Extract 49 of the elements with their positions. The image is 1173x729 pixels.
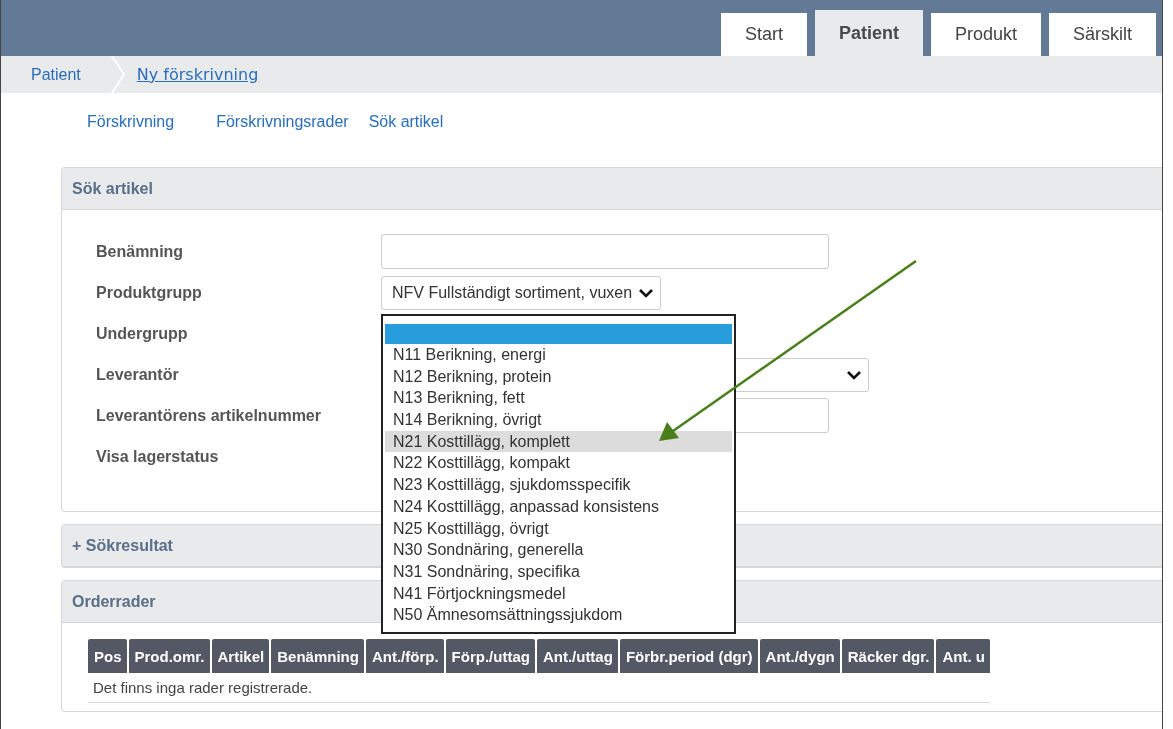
column-header: Ant. u [936,639,990,673]
dropdown-field[interactable]: NFV Fullständigt sortiment, vuxen [381,275,662,310]
column-header: Ant./förp. [365,639,444,673]
column-header: Förp./uttag [445,639,535,673]
dropdown-option[interactable]: N41 Förtjockningsmedel [385,582,732,605]
tab[interactable]: Patient [814,10,923,56]
column-header: Ant./uttag [536,639,618,673]
dropdown-option[interactable]: N13 Berikning, fett [385,387,732,410]
column-header: Räcker dgr. [841,639,935,673]
dropdown-option[interactable]: N21 Kosttillägg, komplett [385,430,732,453]
dropdown-option[interactable]: N12 Berikning, protein [385,365,732,388]
dropdown-option[interactable]: N50 Ämnesomsättningssjukdom [385,604,732,626]
field-label: Leverantör [96,365,180,384]
dropdown-option[interactable] [385,324,732,344]
tab[interactable]: Särskilt [1049,13,1156,56]
chevron-icon [846,369,862,380]
panel-title: Orderrader [72,592,156,611]
field-label: Visa lagerstatus [96,447,220,466]
chevron-icon [638,287,655,298]
column-header: Prod.omr. [128,639,210,673]
panel-title: + Sökresultat [72,536,173,555]
column-header: Artikel [211,639,270,673]
field-label: Produktgrupp [96,283,203,302]
dropdown-option[interactable]: N25 Kosttillägg, övrigt [385,517,732,540]
nav-link[interactable]: Förskrivningsrader [216,113,349,147]
dropdown-option[interactable]: N11 Berikning, energi [385,344,732,366]
nav-link[interactable]: Sök artikel [368,113,444,147]
column-header: Förbr.period (dgr) [619,639,758,673]
dropdown-option[interactable]: N30 Sondnäring, generella [385,539,732,561]
dropdown-option[interactable]: N23 Kosttillägg, sjukdomsspecifik [385,474,732,496]
tab[interactable]: Start [720,13,807,56]
column-header: Benämning [271,639,364,673]
dropdown-option[interactable]: N14 Berikning, övrigt [385,409,732,431]
dropdown-option[interactable]: N22 Kosttillägg, kompakt [385,452,732,475]
input-field[interactable] [381,234,829,269]
breadcrumb-separator-icon [110,56,125,93]
dropdown-option[interactable]: N31 Sondnäring, specifika [385,560,732,583]
field-label: Leverantörens artikelnummer [96,406,322,425]
tab[interactable]: Produkt [930,13,1041,56]
field-label: Undergrupp [96,324,189,343]
breadcrumb-link[interactable]: Ny förskrivning [136,65,259,84]
nav-link[interactable]: Förskrivning [87,113,175,147]
field-label: Benämning [96,242,185,261]
dropdown-option[interactable]: N24 Kosttillägg, anpassad konsistens [385,495,732,518]
empty-message: Det finns inga rader registrerade. [88,673,990,703]
panel-title: Sök artikel [72,179,153,198]
breadcrumb-link[interactable]: Patient [31,65,81,84]
column-header: Ant./dygn [759,639,840,673]
column-header: Pos [88,639,127,673]
